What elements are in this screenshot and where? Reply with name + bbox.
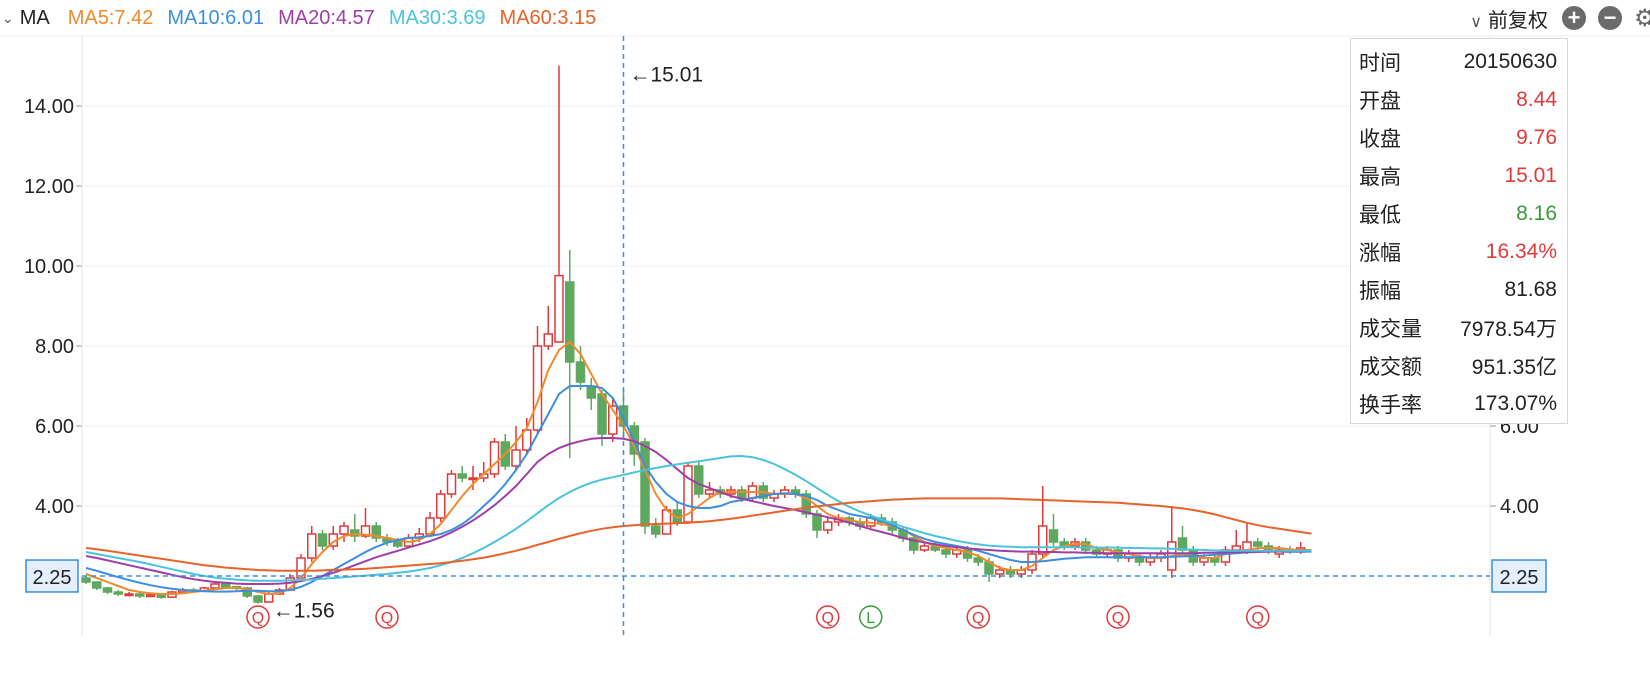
tooltip-row: 收盘 9.76 [1359,119,1557,157]
candle-body [704,489,715,495]
event-marker-label: Q [972,610,984,627]
candle-body [393,541,403,547]
tooltip-value: 16.34% [1485,240,1557,263]
min-price-annotation: ←1.56 [273,600,335,623]
tooltip-key: 最高 [1359,166,1401,189]
tooltip-key: 涨幅 [1359,242,1401,265]
candle-body [317,533,328,547]
candle-body [1038,525,1048,555]
candle-body [446,473,457,495]
event-marker-label: Q [252,610,264,627]
candle-body [1048,529,1059,543]
tooltip-value: 9.76 [1516,126,1557,149]
tooltip-value: 81.68 [1504,278,1557,301]
candle-body [468,477,478,481]
candle-body [1231,545,1241,551]
event-marker-label: Q [1252,610,1264,627]
candle-body [1134,557,1145,563]
event-marker-label: Q [381,610,393,627]
tooltip-key: 最低 [1359,204,1401,227]
tooltip-row: 振幅 81.68 [1359,271,1557,309]
tooltip-row: 成交额 951.35亿 [1359,347,1557,385]
tooltip-value: 8.16 [1516,202,1557,225]
candle-body [586,385,596,399]
y-axis-left: 14.00 12.00 10.00 8.00 6.00 4.00 [24,96,82,518]
crosshair-price-label: 2.25 [33,567,72,589]
event-marker-label: Q [1112,610,1124,627]
candle-body [124,593,134,597]
y-tick-label: 4.00 [1500,496,1539,518]
ma-line-ma60 [85,497,1312,572]
y-tick-label: 6.00 [35,416,74,438]
candle-body [661,509,672,535]
candle-body [264,593,274,603]
candle-body [307,533,317,559]
candle-body [694,465,704,495]
candle-body [489,441,500,475]
tooltip-key: 成交额 [1359,356,1422,379]
candle-body [532,345,543,431]
tooltip-row: 时间 20150630 [1359,43,1557,81]
tooltip-value: 15.01 [1504,164,1557,187]
candle-body [210,583,220,589]
tooltip-key: 收盘 [1359,128,1401,151]
candle-body [436,493,446,519]
ma-line-ma20 [85,437,1312,585]
tooltip-key: 成交量 [1359,318,1422,341]
crosshair-price-label: 2.25 [1500,567,1539,589]
candle-body [511,449,521,467]
data-tooltip: 时间 20150630 开盘 8.44 收盘 9.76 最高 15.01 最低 8.16 涨幅 16.… [1350,38,1568,424]
tooltip-key: 时间 [1359,52,1401,75]
tooltip-value: 7978.54万 [1460,318,1557,341]
candle-body [823,521,833,531]
candle-body [253,595,263,603]
tooltip-row: 最高 15.01 [1359,157,1557,195]
tooltip-row: 最低 8.16 [1359,195,1557,233]
candle-body [1253,541,1263,547]
candle-body [651,525,661,535]
tooltip-value: 20150630 [1463,50,1557,73]
candle-body [941,549,951,555]
tooltip-value: 951.35亿 [1471,356,1557,379]
event-markers: QQQLQQQ [246,605,1270,629]
tooltip-key: 开盘 [1359,90,1401,113]
candle-body [554,274,564,343]
candle-body [995,569,1005,575]
candle-body [102,587,113,593]
tooltip-row: 开盘 8.44 [1359,81,1557,119]
y-tick-label: 4.00 [35,496,74,518]
tooltip-value: 173.07% [1474,392,1557,415]
candle-body [92,581,102,589]
tooltip-key: 换手率 [1359,394,1422,417]
y-tick-label: 8.00 [35,336,74,358]
candle-body [135,593,145,597]
event-marker-label: L [866,610,875,627]
candle-body [339,525,349,535]
event-marker-label: Q [822,610,834,627]
y-tick-label: 12.00 [24,176,74,198]
candle-body [457,473,467,479]
max-price-annotation: ←15.01 [630,64,704,87]
tooltip-row: 换手率 173.07% [1359,385,1557,423]
candle-body [81,577,91,583]
tooltip-row: 涨幅 16.34% [1359,233,1557,271]
candle-body [145,594,156,598]
tooltip-value: 8.44 [1516,88,1557,111]
crosshair: 2.25 2.25 [25,36,1547,636]
y-tick-label: 10.00 [24,256,74,278]
candle-body [156,594,166,598]
candle-body [565,281,575,363]
candle-body [575,361,586,383]
candle-body [543,333,553,347]
candle-body [919,545,930,551]
candle-body [221,583,231,588]
tooltip-key: 振幅 [1359,280,1401,303]
candle-body [113,591,123,595]
y-tick-label: 14.00 [24,96,74,118]
candle-body [597,393,607,435]
tooltip-row: 成交量 7978.54万 [1359,309,1557,347]
candle-body [640,441,650,527]
